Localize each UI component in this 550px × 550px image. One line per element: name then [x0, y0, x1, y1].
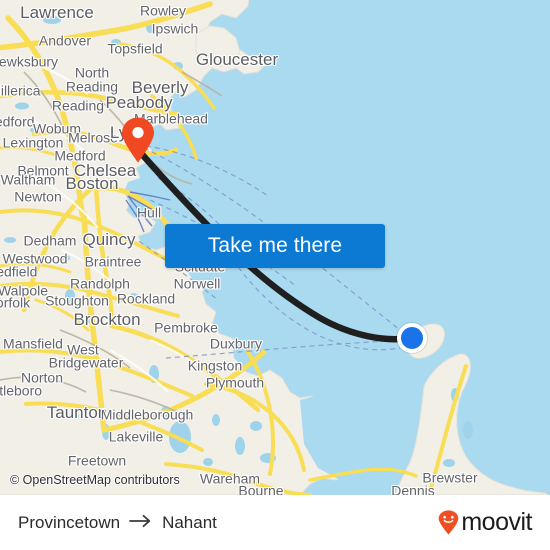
footer-bar: Provincetown Nahant moovit: [0, 495, 550, 550]
route-destination-label: Nahant: [162, 512, 217, 532]
moovit-logo[interactable]: moovit: [438, 508, 532, 537]
osm-attribution[interactable]: © OpenStreetMap contributors: [10, 473, 180, 487]
moovit-pin-icon: [438, 510, 459, 535]
route-summary: Provincetown Nahant: [18, 513, 217, 533]
moovit-wordmark: moovit: [461, 508, 532, 536]
origin-dot[interactable]: [397, 323, 427, 353]
destination-pin[interactable]: [121, 117, 155, 163]
map-viewport[interactable]: Lawrence Rowley Ipswich Andover Topsfield Glo…: [0, 0, 550, 495]
route-origin-label: Provincetown: [18, 512, 121, 532]
arrow-right-icon: [129, 513, 153, 533]
take-me-there-button[interactable]: Take me there: [165, 224, 385, 268]
